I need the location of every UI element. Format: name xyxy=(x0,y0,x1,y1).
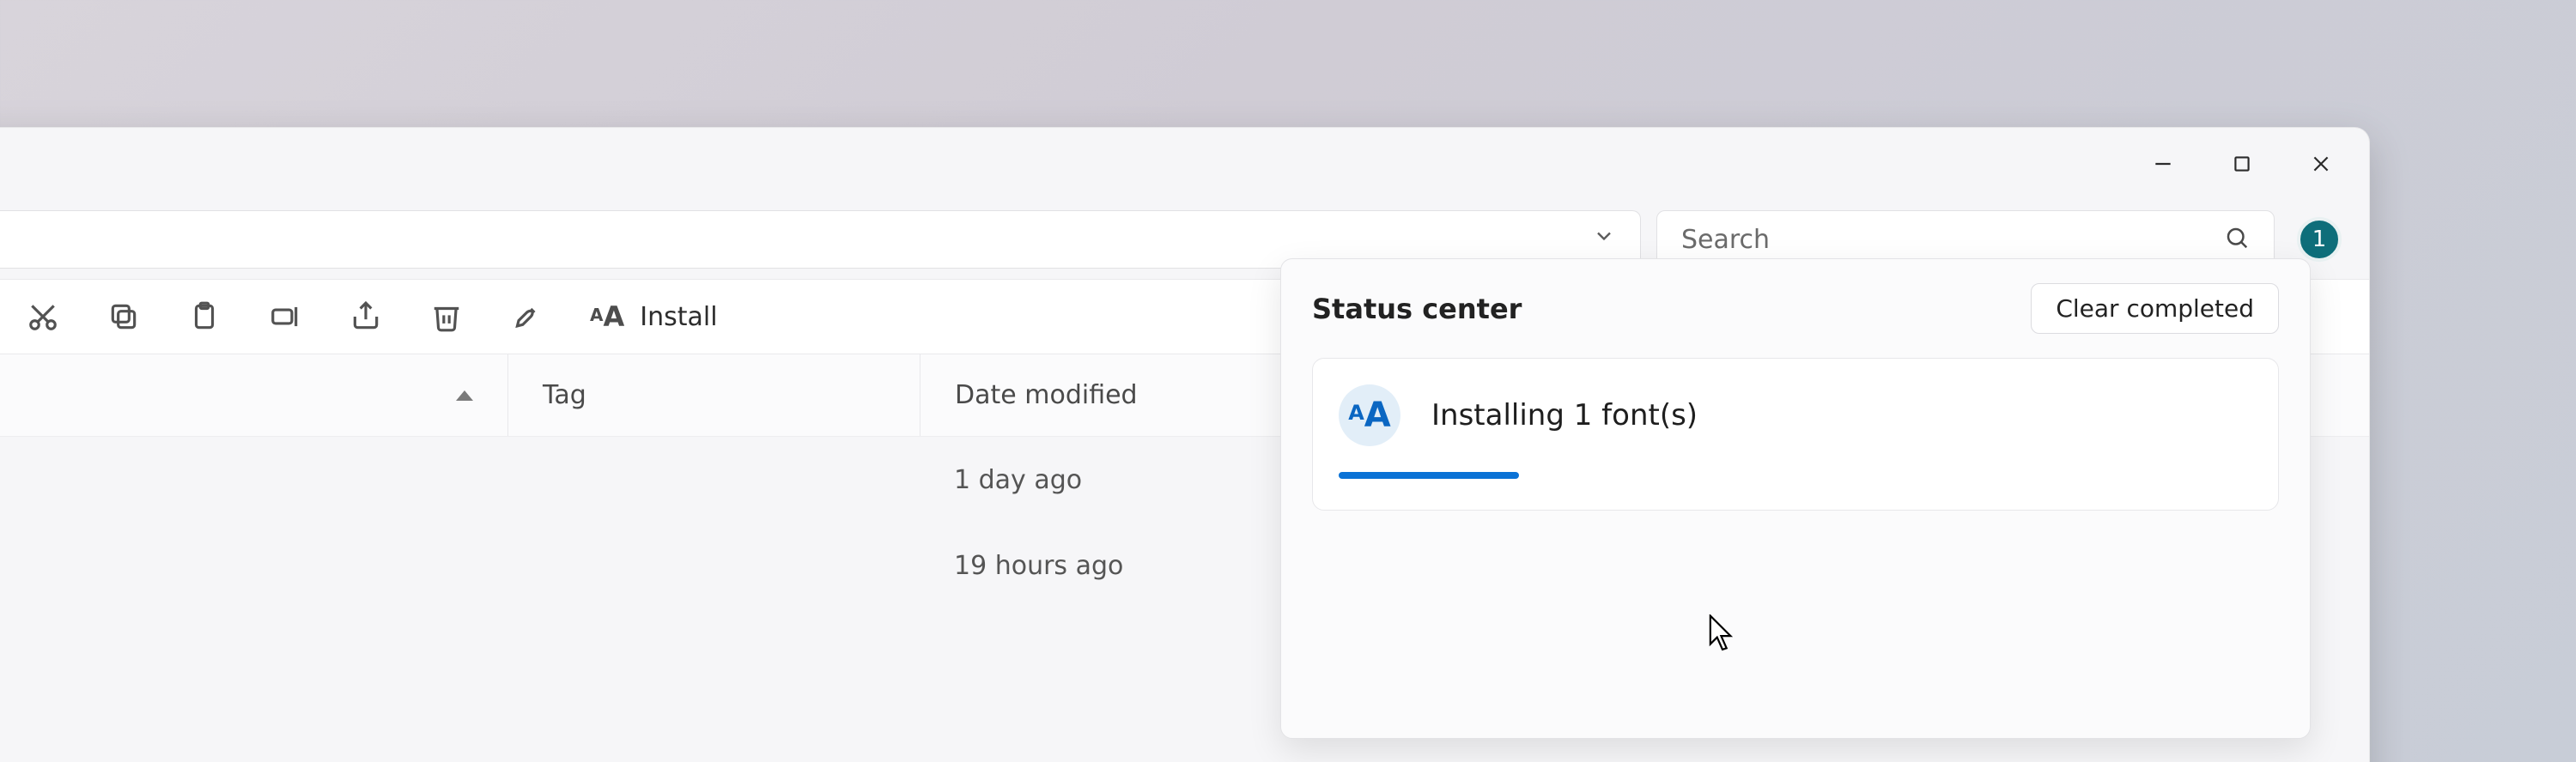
titlebar xyxy=(0,128,2369,200)
properties-icon[interactable] xyxy=(509,299,545,335)
date-modified-cell: 19 hours ago xyxy=(920,551,1332,581)
clear-completed-button[interactable]: Clear completed xyxy=(2031,283,2279,334)
install-label: Install xyxy=(640,302,717,332)
column-header-date[interactable]: Date modified xyxy=(920,354,1332,436)
minimize-button[interactable] xyxy=(2123,136,2202,191)
copy-icon[interactable] xyxy=(106,299,142,335)
cut-icon[interactable] xyxy=(25,299,61,335)
sort-ascending-icon xyxy=(456,390,473,401)
font-icon: AA xyxy=(590,300,624,333)
delete-icon[interactable] xyxy=(428,299,465,335)
share-icon[interactable] xyxy=(348,299,384,335)
status-task-title: Installing 1 font(s) xyxy=(1431,398,1698,432)
column-header-name[interactable] xyxy=(0,390,507,401)
status-center-flyout: Status center Clear completed AA Install… xyxy=(1280,258,2311,739)
rename-icon[interactable] xyxy=(267,299,303,335)
status-center-header: Status center Clear completed xyxy=(1312,283,2279,334)
status-badge-count: 1 xyxy=(2312,227,2327,252)
search-icon[interactable] xyxy=(2224,225,2250,254)
progress-bar xyxy=(1339,472,1519,479)
cursor-icon xyxy=(1709,614,1736,652)
date-modified-cell: 1 day ago xyxy=(920,465,1332,495)
app-window: epos › Files Search 1 xyxy=(0,127,2370,762)
paste-icon[interactable] xyxy=(186,299,222,335)
status-center-title: Status center xyxy=(1312,293,1522,325)
install-button[interactable]: AA Install xyxy=(590,300,718,333)
column-header-tag[interactable]: Tag xyxy=(507,354,920,436)
maximize-button[interactable] xyxy=(2202,136,2281,191)
chevron-down-icon[interactable] xyxy=(1592,224,1616,255)
font-install-icon: AA xyxy=(1339,384,1400,446)
close-button[interactable] xyxy=(2281,136,2360,191)
status-task-card[interactable]: AA Installing 1 font(s) xyxy=(1312,358,2279,511)
status-center-badge[interactable]: 1 xyxy=(2297,217,2342,262)
search-placeholder: Search xyxy=(1681,225,1770,255)
